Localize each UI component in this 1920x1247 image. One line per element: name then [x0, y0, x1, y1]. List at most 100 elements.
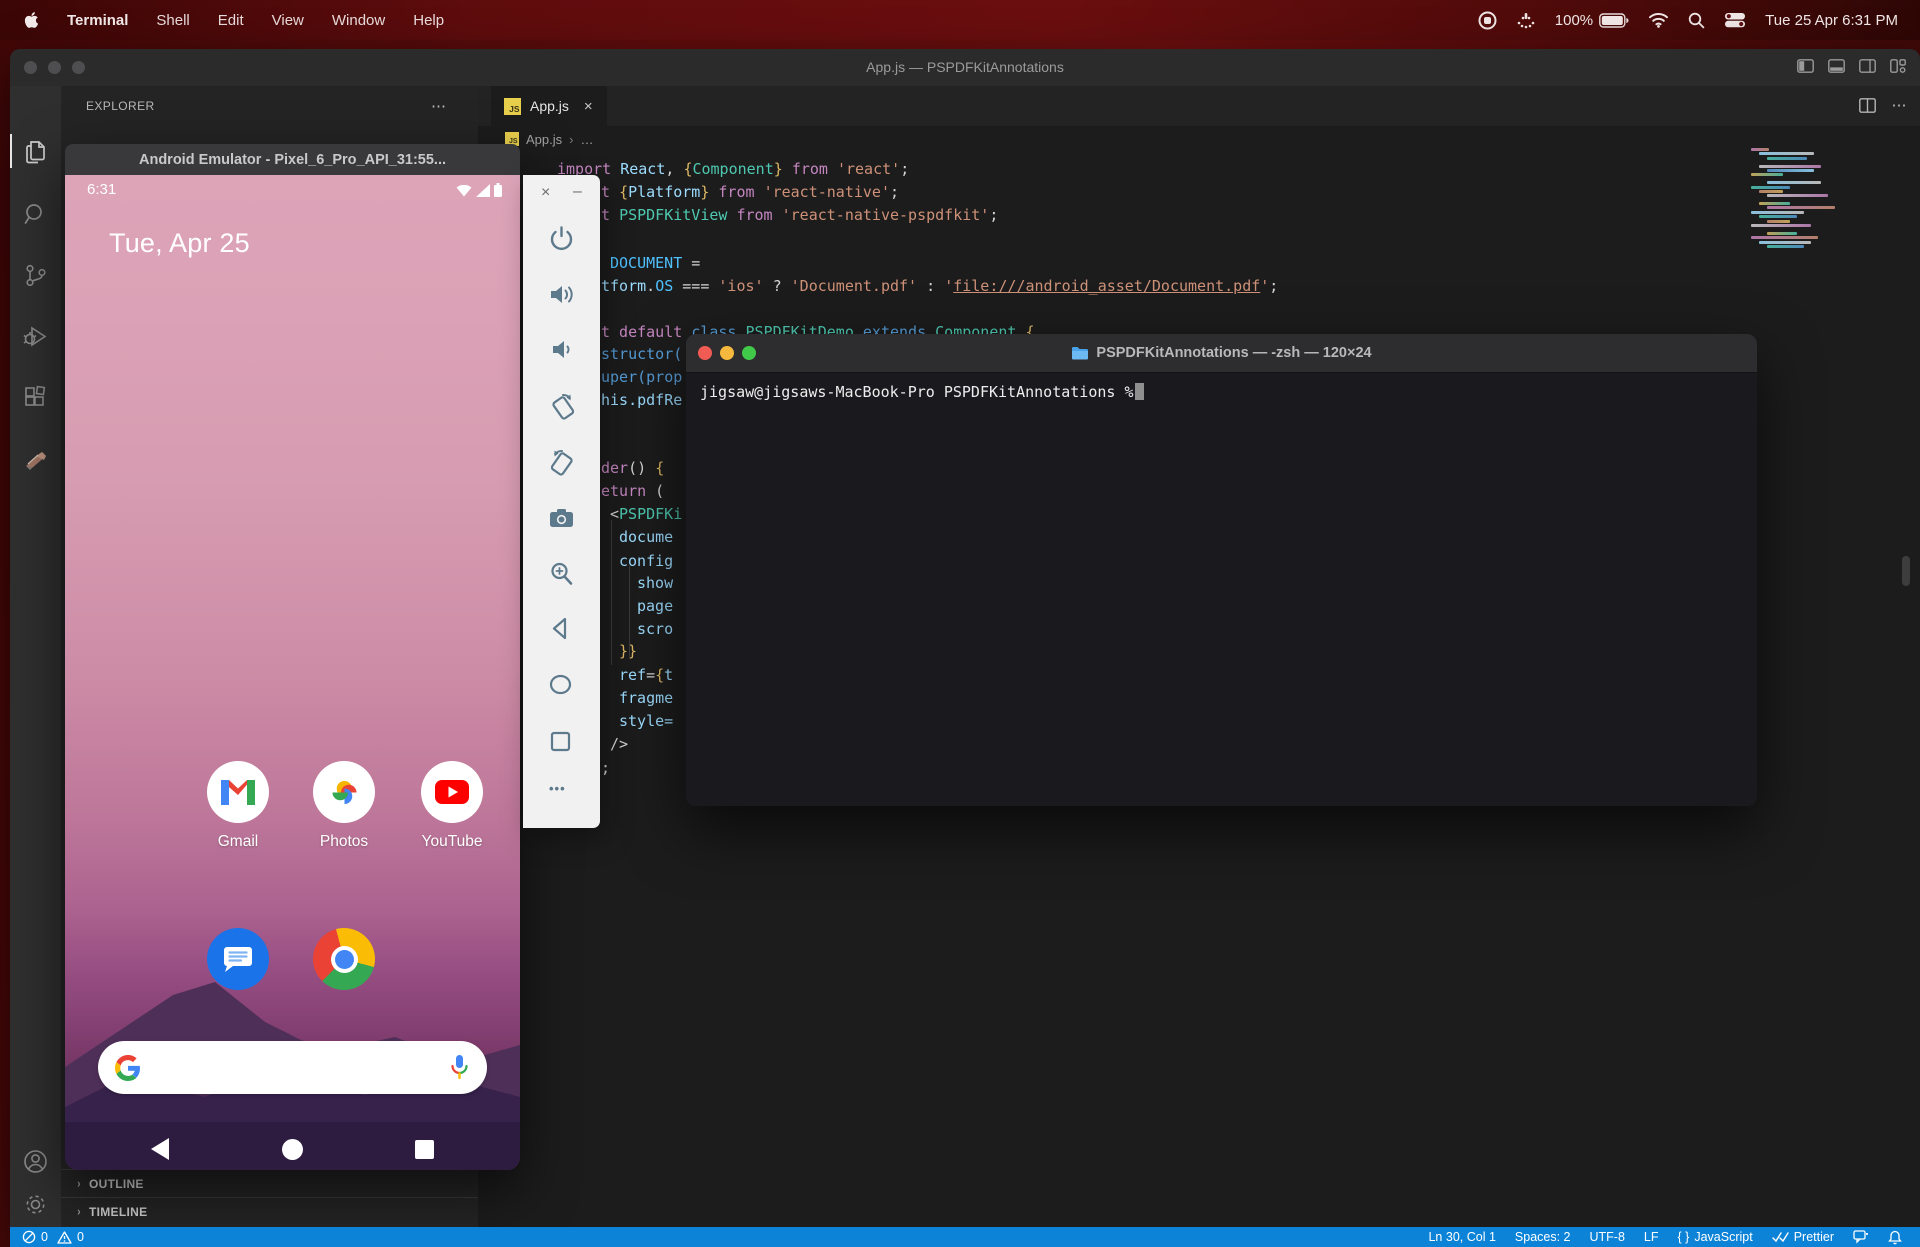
emulator-screenshot-icon[interactable] [548, 505, 575, 532]
source-control-view-icon[interactable] [22, 262, 49, 289]
emulator-home-icon[interactable] [548, 672, 575, 699]
google-search-bar[interactable] [98, 1041, 487, 1094]
emulator-rotate-left-icon[interactable] [548, 391, 575, 418]
desktop: Terminal Shell Edit View Window Help 100… [0, 0, 1920, 1247]
emulator-minimize-icon[interactable]: – [573, 183, 582, 201]
android-home-button[interactable] [282, 1139, 303, 1160]
emulator-more-icon[interactable]: ••• [549, 781, 566, 796]
spotlight-search-icon[interactable] [1688, 12, 1705, 29]
code-line: tform.OS === 'ios' ? 'Document.pdf' : 'f… [601, 275, 1278, 298]
indentation-status[interactable]: Spaces: 2 [1515, 1230, 1571, 1244]
explorer-view-icon[interactable] [22, 138, 49, 165]
minimap-line [1767, 232, 1797, 235]
emulator-rotate-right-icon[interactable] [548, 447, 575, 474]
minimap-line [1767, 220, 1790, 223]
run-debug-view-icon[interactable] [22, 323, 49, 350]
menu-help[interactable]: Help [413, 12, 444, 29]
breadcrumb-more[interactable]: … [580, 132, 593, 147]
feedback-icon[interactable] [1853, 1230, 1869, 1244]
toggle-panel-icon[interactable] [1828, 59, 1845, 73]
screen-mirroring-icon[interactable] [1516, 11, 1536, 29]
android-recents-button[interactable] [415, 1140, 434, 1159]
terminal-body[interactable]: jigsaw@jigsaws-MacBook-Pro PSPDFKitAnnot… [686, 373, 1757, 806]
breadcrumb[interactable]: JS App.js › … [491, 126, 1920, 152]
menu-shell[interactable]: Shell [156, 12, 189, 29]
split-editor-icon[interactable] [1859, 98, 1876, 113]
emulator-back-icon[interactable] [548, 616, 575, 643]
emulator-overview-icon[interactable] [548, 729, 575, 756]
emulator-toolbar: × – ••• [523, 175, 600, 828]
vscode-window-title: App.js — PSPDFKitAnnotations [10, 59, 1920, 75]
code-line: uper(prop [601, 366, 682, 389]
code-line: t {Platform} from 'react-native'; [601, 181, 899, 204]
timeline-section[interactable]: › TIMELINE [61, 1197, 478, 1225]
toggle-sidebar-icon[interactable] [1797, 59, 1814, 73]
minimap-line [1747, 178, 1833, 180]
emulator-zoom-icon[interactable] [548, 560, 575, 587]
tab-appjs[interactable]: JS App.js × [491, 86, 607, 126]
eol-status[interactable]: LF [1644, 1230, 1659, 1244]
android-clock: 6:31 [87, 181, 116, 198]
active-view-indicator [10, 134, 12, 168]
problems-status[interactable]: 0 0 [22, 1230, 84, 1244]
search-view-icon[interactable] [22, 201, 49, 228]
macos-menubar: Terminal Shell Edit View Window Help 100… [0, 0, 1920, 40]
minimap-line [1767, 194, 1828, 197]
wifi-icon[interactable] [1648, 12, 1669, 28]
menu-window[interactable]: Window [332, 12, 385, 29]
code-line: style= [619, 710, 673, 733]
code-line: config [619, 550, 673, 573]
minimap-line [1759, 152, 1814, 155]
editor-scrollbar[interactable] [1902, 556, 1910, 586]
code-line: <PSPDFKi [610, 503, 682, 526]
encoding-status[interactable]: UTF-8 [1590, 1230, 1625, 1244]
customize-layout-icon[interactable] [1890, 59, 1906, 73]
menubar-clock[interactable]: Tue 25 Apr 6:31 PM [1765, 12, 1898, 29]
apple-menu-icon[interactable] [24, 11, 39, 29]
minimap-line [1759, 190, 1783, 193]
vscode-activity-bar [10, 86, 61, 1227]
toggle-secondary-sidebar-icon[interactable] [1859, 59, 1876, 73]
emulator-titlebar[interactable]: Android Emulator - Pixel_6_Pro_API_31:55… [65, 144, 520, 175]
tab-close-icon[interactable]: × [584, 98, 593, 115]
minimap-line [1767, 181, 1821, 184]
menubar-app-name[interactable]: Terminal [67, 12, 128, 29]
emulator-power-icon[interactable] [548, 225, 575, 252]
notifications-bell-icon[interactable] [1888, 1230, 1902, 1245]
battery-status[interactable]: 100% [1555, 12, 1629, 29]
vscode-titlebar[interactable]: App.js — PSPDFKitAnnotations [10, 49, 1920, 86]
android-screen[interactable]: 6:31 Tue, Apr 25 [65, 175, 520, 1170]
terminal-titlebar[interactable]: PSPDFKitAnnotations — -zsh — 120×24 [686, 334, 1757, 373]
gmail-app-icon[interactable] [207, 761, 269, 823]
outline-section[interactable]: › OUTLINE [61, 1169, 478, 1197]
code-line: docume [619, 526, 673, 549]
control-center-icon[interactable] [1724, 12, 1746, 28]
terminal-close-button[interactable] [698, 346, 712, 360]
language-mode-status[interactable]: { } JavaScript [1678, 1230, 1753, 1244]
extensions-view-icon[interactable] [22, 384, 49, 411]
editor-more-actions-icon[interactable]: ⋯ [1892, 96, 1909, 114]
explorer-more-actions[interactable]: ⋯ [431, 97, 448, 115]
terminal-minimize-button[interactable] [720, 346, 734, 360]
terminal-zoom-button[interactable] [742, 346, 756, 360]
menu-edit[interactable]: Edit [218, 12, 244, 29]
youtube-app-icon[interactable] [421, 761, 483, 823]
photos-app-icon[interactable] [313, 761, 375, 823]
stop-recording-icon[interactable] [1478, 11, 1497, 30]
minimap-line [1767, 206, 1835, 209]
accounts-icon[interactable] [22, 1148, 49, 1175]
editor-minimap[interactable] [1747, 148, 1833, 249]
emulator-close-icon[interactable]: × [541, 184, 550, 202]
formatter-status[interactable]: Prettier [1772, 1230, 1834, 1244]
breadcrumb-file[interactable]: App.js [526, 132, 562, 147]
pspdfkit-extension-icon[interactable] [22, 446, 49, 473]
settings-gear-icon[interactable] [22, 1191, 49, 1218]
cursor-position-status[interactable]: Ln 30, Col 1 [1428, 1230, 1495, 1244]
emulator-volume-down-icon[interactable] [548, 336, 575, 363]
android-back-button[interactable] [151, 1138, 169, 1160]
menu-view[interactable]: View [272, 12, 304, 29]
messages-app-icon[interactable] [207, 928, 269, 990]
chrome-app-icon[interactable] [313, 928, 375, 990]
minimap-line [1751, 236, 1818, 239]
emulator-volume-up-icon[interactable] [548, 281, 575, 308]
